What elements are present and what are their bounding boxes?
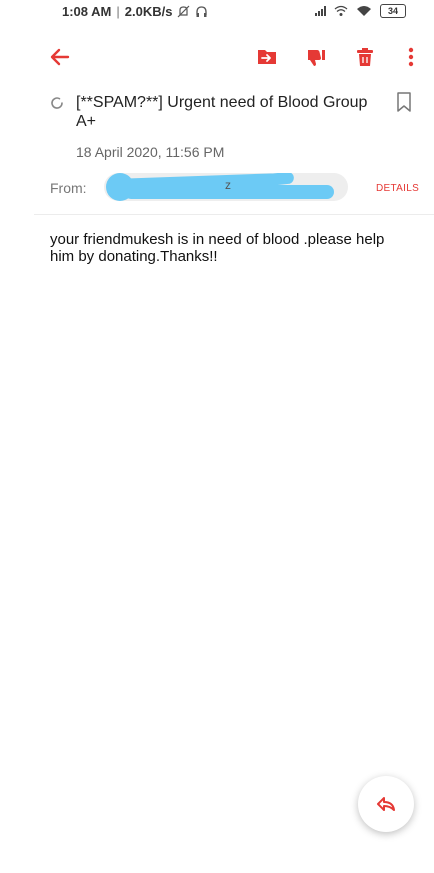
trash-icon [357,48,373,66]
email-body: your friendmukesh is in need of blood .p… [50,231,385,265]
status-left: 1:08 AM | 2.0KB/s [62,4,208,19]
from-label: From: [50,180,87,196]
details-link[interactable]: DETAILS [376,183,419,194]
more-vertical-icon [408,47,414,67]
status-right: 34 [315,4,406,18]
mute-notification-icon [178,5,190,17]
sender-chip[interactable]: z [104,173,348,201]
not-spam-button[interactable] [303,44,329,70]
status-separator: | [116,3,120,19]
reply-button[interactable] [358,776,414,832]
hotspot-icon [334,5,348,16]
email-date: 18 April 2020, 11:56 PM [76,144,225,160]
header-divider [34,214,434,215]
delete-button[interactable] [352,44,378,70]
wifi-icon [357,6,371,16]
move-button[interactable] [254,44,280,70]
status-speed: 2.0KB/s [124,3,173,19]
move-to-folder-icon [258,50,276,64]
more-options-button[interactable] [398,44,424,70]
battery-icon: 34 [380,4,406,18]
toolbar [0,38,434,76]
sender-visible-char: z [225,178,231,192]
signal-icon [315,6,326,16]
status-time: 1:08 AM [62,3,112,19]
headphones-icon [196,5,208,17]
reply-icon [377,797,395,811]
loading-icon [51,97,63,109]
thumbs-down-icon [308,50,325,66]
back-button[interactable] [47,44,73,70]
email-subject: [**SPAM?**] Urgent need of Blood Group A… [76,94,368,130]
bookmark-icon[interactable] [394,91,414,113]
arrow-left-icon [50,48,70,66]
status-bar: 1:08 AM | 2.0KB/s 34 [0,0,434,22]
